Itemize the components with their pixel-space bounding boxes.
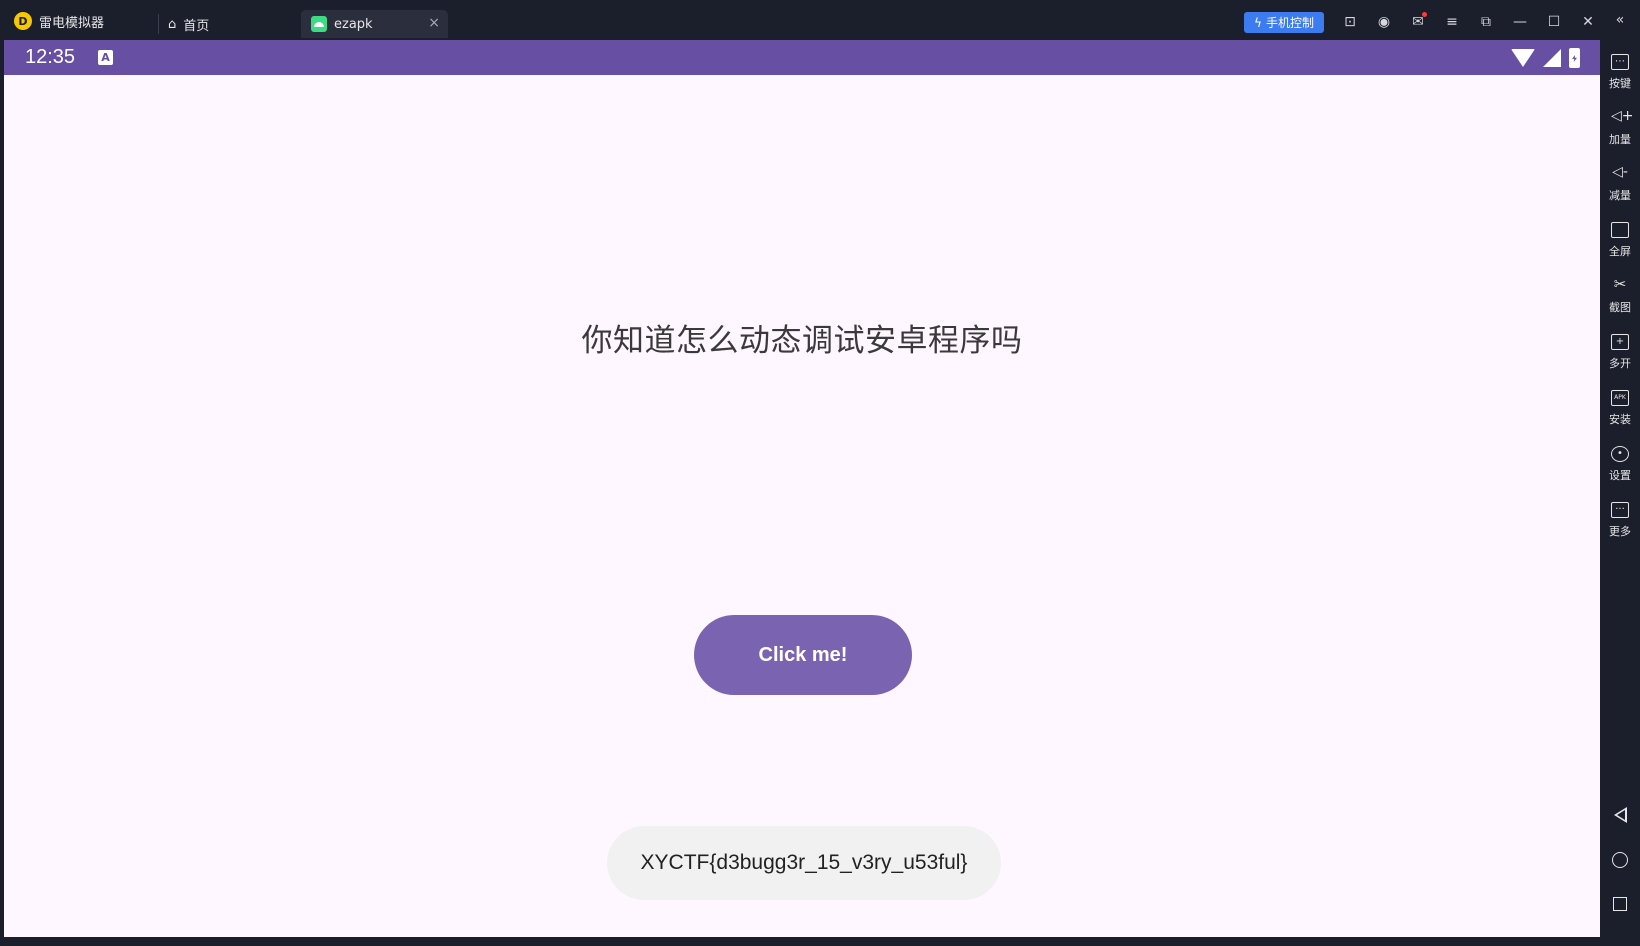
- tab-home[interactable]: ⌂ 首页: [158, 10, 298, 38]
- apk-install-icon: APK: [1611, 390, 1629, 406]
- home-circle-icon: [1612, 852, 1628, 868]
- status-notification-icon: A: [98, 50, 113, 65]
- phone-control-button[interactable]: ϟ 手机控制: [1244, 12, 1324, 33]
- tab-home-label: 首页: [183, 18, 210, 34]
- volume-down-icon: ◁-: [1612, 164, 1628, 180]
- mail-icon[interactable]: ✉: [1408, 12, 1428, 32]
- side-multi-instance-button[interactable]: + 多开: [1600, 334, 1640, 384]
- emulator-titlebar: D 雷电模拟器 ⌂ 首页 ezapk × ϟ 手机控制 ⊡ ◉ ✉ ≡ ⧉ — …: [0, 0, 1640, 40]
- nav-home-button[interactable]: [1600, 846, 1640, 874]
- nav-back-button[interactable]: [1600, 801, 1640, 829]
- side-settings-label: 设置: [1609, 469, 1631, 482]
- side-more-label: 更多: [1609, 525, 1631, 538]
- multi-instance-icon: +: [1611, 334, 1629, 350]
- side-install-button[interactable]: APK 安装: [1600, 390, 1640, 440]
- status-icons: [1511, 47, 1580, 69]
- tab-close-icon[interactable]: ×: [428, 15, 440, 31]
- volume-up-icon: ◁+: [1611, 108, 1634, 124]
- nav-recent-button[interactable]: [1600, 890, 1640, 918]
- user-icon[interactable]: ◉: [1374, 12, 1394, 32]
- side-volume-down-button[interactable]: ◁- 减量: [1600, 164, 1640, 216]
- phone-control-label: 手机控制: [1265, 16, 1314, 30]
- side-settings-button[interactable]: • 设置: [1600, 446, 1640, 496]
- close-icon[interactable]: ✕: [1578, 12, 1598, 32]
- screen-icon[interactable]: ⧉: [1476, 12, 1496, 32]
- side-screenshot-button[interactable]: ✂ 截图: [1600, 275, 1640, 328]
- more-icon: ···: [1611, 502, 1629, 518]
- app-screen: 你知道怎么动态调试安卓程序吗 Click me! XYCTF{d3bugg3r_…: [4, 75, 1600, 937]
- menu-icon[interactable]: ≡: [1442, 12, 1462, 32]
- lightning-icon: ϟ: [1254, 15, 1262, 30]
- side-more-button[interactable]: ··· 更多: [1600, 502, 1640, 552]
- app-brand[interactable]: D 雷电模拟器: [14, 11, 104, 31]
- side-fullscreen-label: 全屏: [1609, 245, 1631, 258]
- app-name: 雷电模拟器: [39, 15, 105, 31]
- collapse-panel-icon[interactable]: «: [1608, 12, 1632, 32]
- side-screenshot-label: 截图: [1609, 301, 1631, 314]
- emulator-sidepanel: ⋯ 按键 ◁+ 加量 ◁- 减量 全屏 ✂ 截图 + 多开 APK 安装 • 设…: [1600, 40, 1640, 946]
- side-install-label: 安装: [1609, 413, 1631, 426]
- android-app-icon: [311, 16, 327, 32]
- back-icon: [1613, 807, 1627, 823]
- ldplayer-logo-icon: D: [14, 12, 32, 30]
- wifi-icon: [1511, 49, 1535, 67]
- side-fullscreen-button[interactable]: 全屏: [1600, 222, 1640, 272]
- battery-charging-icon: [1569, 48, 1580, 68]
- maximize-icon[interactable]: ☐: [1544, 12, 1564, 32]
- home-icon: ⌂: [168, 16, 177, 32]
- side-volume-up-label: 加量: [1609, 133, 1631, 146]
- scissors-icon: ✂: [1613, 275, 1627, 293]
- android-statusbar: 12:35 A: [4, 40, 1600, 75]
- keyboard-icon: ⋯: [1611, 54, 1629, 70]
- side-multi-instance-label: 多开: [1609, 357, 1631, 370]
- side-keymap-label: 按键: [1609, 77, 1631, 90]
- side-keymap-button[interactable]: ⋯ 按键: [1600, 54, 1640, 104]
- side-volume-up-button[interactable]: ◁+ 加量: [1600, 108, 1640, 160]
- fullscreen-icon: [1611, 222, 1629, 238]
- click-me-button[interactable]: Click me!: [694, 615, 912, 695]
- status-clock: 12:35: [25, 46, 76, 68]
- notification-dot: [1422, 12, 1427, 17]
- settings-icon: •: [1611, 446, 1629, 462]
- tab-ezapk-label: ezapk: [334, 16, 373, 32]
- flag-toast: XYCTF{d3bugg3r_15_v3ry_u53ful}: [607, 826, 1001, 900]
- minimize-icon[interactable]: —: [1510, 12, 1530, 32]
- tab-ezapk[interactable]: ezapk ×: [301, 10, 448, 38]
- side-volume-down-label: 减量: [1609, 189, 1631, 202]
- signal-icon: [1543, 49, 1561, 67]
- gamepad-icon[interactable]: ⊡: [1340, 12, 1360, 32]
- recent-apps-icon: [1613, 897, 1627, 911]
- question-text: 你知道怎么动态调试安卓程序吗: [581, 323, 1023, 359]
